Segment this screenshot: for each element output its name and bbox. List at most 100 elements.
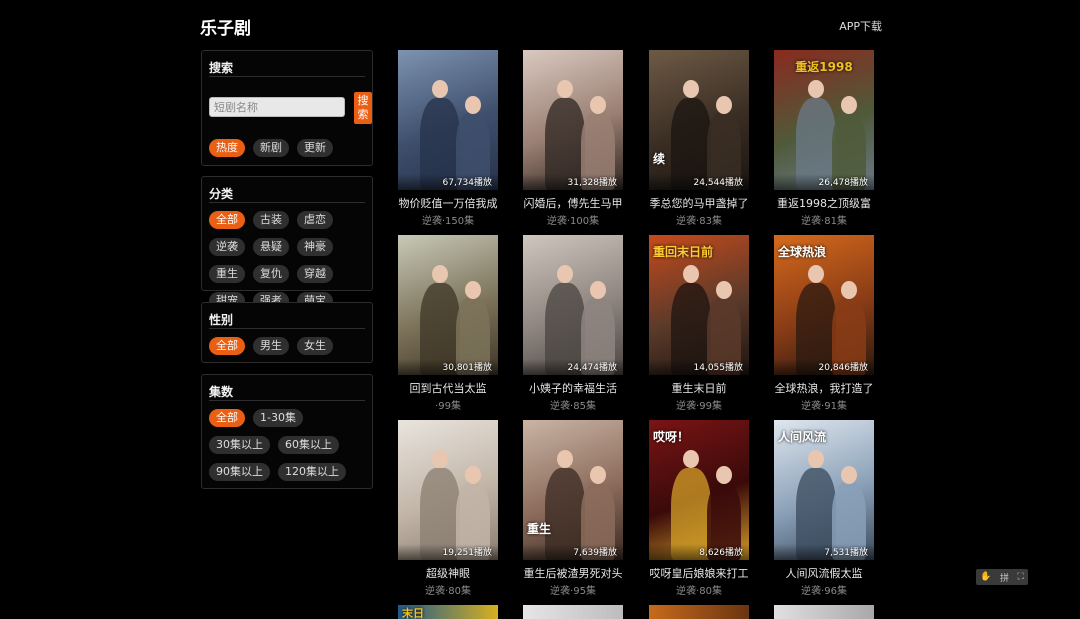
filter-pill[interactable]: 60集以上: [278, 436, 339, 454]
filter-pill[interactable]: 90集以上: [209, 463, 270, 481]
drama-card[interactable]: 哎呀！ 8,626播放 哎呀皇后娘娘来打工 逆袭·80集: [649, 420, 749, 600]
drama-meta: ·99集: [435, 401, 461, 412]
divider: [209, 328, 365, 329]
poster-face: [557, 265, 573, 283]
drama-title[interactable]: 闪婚后，傅先生马甲: [513, 195, 633, 211]
poster-image[interactable]: 67,734播放: [398, 50, 498, 190]
drama-title[interactable]: 物价贬值一万倍我成: [388, 195, 508, 211]
poster-image[interactable]: 重生 7,639播放: [523, 420, 623, 560]
drama-title[interactable]: 重生末日前: [639, 380, 759, 396]
grid-icon[interactable]: 拼: [1000, 571, 1009, 584]
filter-pill[interactable]: 男生: [253, 337, 289, 355]
filter-pill[interactable]: 1-30集: [253, 409, 303, 427]
poster-image[interactable]: 重回末日前 14,055播放: [649, 235, 749, 375]
filter-pill[interactable]: 30集以上: [209, 436, 270, 454]
play-count: 20,846播放: [818, 363, 869, 373]
drama-card[interactable]: 全球热浪 20,846播放 全球热浪，我打造了 逆袭·91集: [774, 235, 874, 415]
poster-caption: 重回末日前: [653, 245, 714, 259]
gender-panel: 性别 全部 男生 女生: [201, 302, 373, 363]
drama-title[interactable]: 全球热浪，我打造了: [764, 380, 884, 396]
poster-caption: 重生: [527, 522, 552, 536]
site-logo[interactable]: 乐子剧: [200, 14, 251, 39]
poster-face: [808, 80, 824, 98]
hand-icon[interactable]: ✋: [980, 572, 991, 582]
poster-image[interactable]: 哎呀！ 8,626播放: [649, 420, 749, 560]
drama-card[interactable]: 重回末日前 14,055播放 重生末日前 逆袭·99集: [649, 235, 749, 415]
filter-pill[interactable]: 热度: [209, 139, 245, 157]
poster-image[interactable]: 末日: [398, 605, 498, 619]
search-input[interactable]: [209, 97, 345, 117]
filter-pill[interactable]: 古装: [253, 211, 289, 229]
play-count: 67,734播放: [442, 178, 493, 188]
poster-face: [465, 466, 481, 484]
drama-card[interactable]: 续 24,544播放 季总您的马甲盏掉了 逆袭·83集: [649, 50, 749, 230]
search-button[interactable]: 搜索: [354, 92, 372, 124]
drama-card[interactable]: 末日: [398, 605, 498, 619]
filter-pill[interactable]: 新剧: [253, 139, 289, 157]
filter-pill[interactable]: 复仇: [253, 265, 289, 283]
gender-title: 性别: [209, 313, 234, 327]
poster-image[interactable]: 重返1998 26,478播放: [774, 50, 874, 190]
drama-card[interactable]: 24,474播放 小姨子的幸福生活 逆袭·85集: [523, 235, 623, 415]
search-panel: 搜索 搜索 热度新剧更新: [201, 50, 373, 166]
filter-pill[interactable]: 更新: [297, 139, 333, 157]
drama-meta: 逆袭·100集: [546, 216, 600, 227]
drama-card[interactable]: 67,734播放 物价贬值一万倍我成 逆袭·150集: [398, 50, 498, 230]
filter-pill[interactable]: 逆袭: [209, 238, 245, 256]
drama-meta: 逆袭·91集: [801, 401, 847, 412]
drama-title[interactable]: 季总您的马甲盏掉了: [639, 195, 759, 211]
poster-face: [432, 80, 448, 98]
poster-image[interactable]: 19,251播放: [398, 420, 498, 560]
poster-face: [557, 450, 573, 468]
drama-title[interactable]: 哎呀皇后娘娘来打工: [639, 565, 759, 581]
poster-face: [432, 450, 448, 468]
drama-card[interactable]: 人间风流 7,531播放 人间风流假太监 逆袭·96集: [774, 420, 874, 600]
poster-caption: 续: [653, 152, 666, 166]
drama-title[interactable]: 小姨子的幸福生活: [513, 380, 633, 396]
filter-pill[interactable]: 神豪: [297, 238, 333, 256]
filter-pill[interactable]: 重生: [209, 265, 245, 283]
filter-pill[interactable]: 悬疑: [253, 238, 289, 256]
drama-title[interactable]: 回到古代当太监: [388, 380, 508, 396]
filter-pill[interactable]: 全部: [209, 337, 245, 355]
poster-image[interactable]: [523, 605, 623, 619]
drama-card[interactable]: 重生 7,639播放 重生后被渣男死对头 逆袭·95集: [523, 420, 623, 600]
poster-face: [841, 281, 857, 299]
top-bar: 乐子剧 APP下载: [200, 14, 882, 39]
filter-pill[interactable]: 全部: [209, 211, 245, 229]
drama-card[interactable]: 19,251播放 超级神眼 逆袭·80集: [398, 420, 498, 600]
expand-icon[interactable]: ⛶: [1017, 572, 1023, 582]
drama-title[interactable]: 超级神眼: [388, 565, 508, 581]
poster-image[interactable]: [649, 605, 749, 619]
drama-title[interactable]: 重生后被渣男死对头: [513, 565, 633, 581]
poster-face: [716, 96, 732, 114]
poster-image[interactable]: 31,328播放: [523, 50, 623, 190]
filter-pill[interactable]: 120集以上: [278, 463, 346, 481]
poster-image[interactable]: 30,801播放: [398, 235, 498, 375]
drama-card[interactable]: [774, 605, 874, 619]
drama-card[interactable]: [523, 605, 623, 619]
app-download-link[interactable]: APP下载: [839, 18, 882, 34]
drama-title[interactable]: 重返1998之顶级富: [764, 195, 884, 211]
poster-image[interactable]: [774, 605, 874, 619]
drama-card[interactable]: 30,801播放 回到古代当太监 ·99集: [398, 235, 498, 415]
filter-pill[interactable]: 女生: [297, 337, 333, 355]
drama-card[interactable]: 31,328播放 闪婚后，傅先生马甲 逆袭·100集: [523, 50, 623, 230]
poster-image[interactable]: 人间风流 7,531播放: [774, 420, 874, 560]
poster-face: [808, 450, 824, 468]
poster-face: [841, 466, 857, 484]
poster-caption: 人间风流: [778, 430, 827, 444]
play-count: 7,531播放: [824, 548, 868, 558]
play-count: 26,478播放: [818, 178, 869, 188]
poster-image[interactable]: 24,474播放: [523, 235, 623, 375]
drama-card[interactable]: 重返1998 26,478播放 重返1998之顶级富 逆袭·81集: [774, 50, 874, 230]
drama-card[interactable]: [649, 605, 749, 619]
poster-face: [590, 96, 606, 114]
drama-title[interactable]: 人间风流假太监: [764, 565, 884, 581]
filter-pill[interactable]: 虐恋: [297, 211, 333, 229]
play-count: 8,626播放: [699, 548, 743, 558]
filter-pill[interactable]: 穿越: [297, 265, 333, 283]
poster-image[interactable]: 全球热浪 20,846播放: [774, 235, 874, 375]
poster-image[interactable]: 续 24,544播放: [649, 50, 749, 190]
filter-pill[interactable]: 全部: [209, 409, 245, 427]
